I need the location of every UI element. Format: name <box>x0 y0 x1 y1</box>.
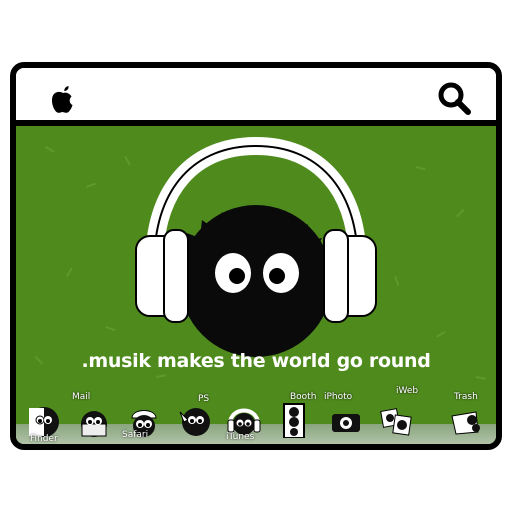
dock-label-iphoto: iPhoto <box>324 392 353 402</box>
trash-can-icon <box>451 411 480 435</box>
dock-label-iweb: iWeb <box>396 386 419 396</box>
desktop-wallpaper: .musik makes the world go round Finder M… <box>16 126 496 444</box>
apple-logo-icon[interactable] <box>46 82 80 116</box>
mail-fuzzball-icon <box>81 411 107 437</box>
dock-item-iweb[interactable]: iWeb <box>372 386 420 444</box>
dock-item-safari[interactable]: Safari <box>120 394 168 444</box>
dock-label-finder: Finder <box>30 434 58 444</box>
dock-item-iphoto[interactable]: iPhoto <box>322 392 370 444</box>
finder-fuzzball-icon <box>29 407 59 437</box>
search-icon[interactable] <box>436 80 472 116</box>
dock-item-finder[interactable]: Finder <box>20 394 68 444</box>
dock-item-booth[interactable]: Booth <box>270 392 318 444</box>
iphoto-camera-icon <box>332 414 360 432</box>
dock-item-itunes[interactable]: iTunes <box>220 394 268 444</box>
fuzzball-character <box>166 205 338 357</box>
photo-booth-icon <box>283 403 305 438</box>
dock-label-itunes: iTunes <box>226 432 255 442</box>
dock-label-mail: Mail <box>72 392 91 402</box>
iweb-icon <box>380 408 412 436</box>
dock-label-booth: Booth <box>290 392 317 402</box>
photoshop-fuzzball-icon <box>179 408 210 436</box>
dock: Finder Mail Safari PS iTunes Booth iPhot… <box>16 386 496 444</box>
dock-item-trash[interactable]: Trash <box>442 392 490 444</box>
app-window: .musik makes the world go round Finder M… <box>10 62 502 450</box>
menu-bar <box>16 68 496 126</box>
dock-label-trash: Trash <box>454 392 478 402</box>
dock-label-safari: Safari <box>122 430 149 440</box>
wallpaper-tagline: .musik makes the world go round <box>81 350 431 372</box>
dock-item-mail[interactable]: Mail <box>70 392 118 444</box>
dock-item-ps[interactable]: PS <box>170 394 218 444</box>
dock-label-ps: PS <box>198 394 210 404</box>
